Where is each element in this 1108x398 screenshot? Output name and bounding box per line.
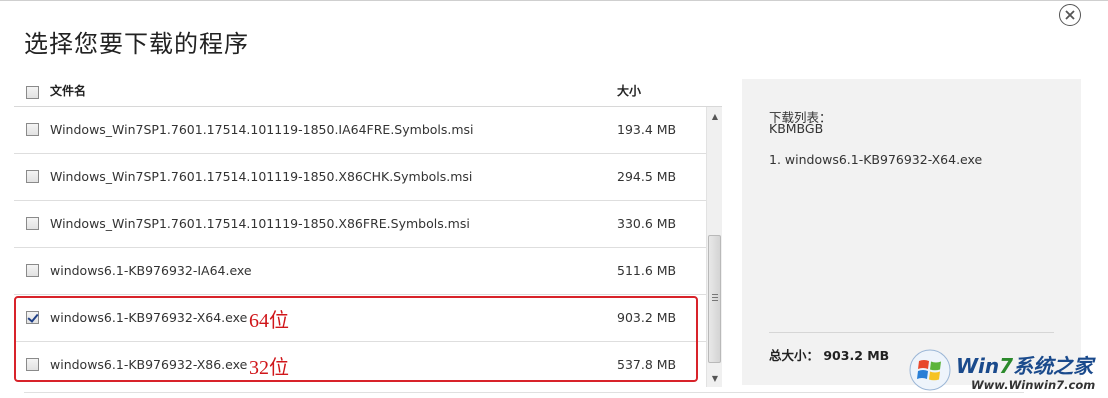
file-checkbox[interactable] [26,123,39,136]
watermark-brand-part1: Win [956,354,1000,378]
scrollbar-grip-icon [712,294,718,301]
download-list-code: KBMBGB [769,121,824,136]
list-scrollbar[interactable]: ▲ ▼ [706,107,722,387]
file-row[interactable]: Windows_Win7SP1.7601.17514.101119-1850.X… [14,201,706,248]
file-name: Windows_Win7SP1.7601.17514.101119-1850.X… [50,169,473,184]
file-checkbox-checked[interactable] [26,311,39,324]
panel-divider [769,332,1054,333]
dialog-title: 选择您要下载的程序 [24,30,249,58]
watermark-brand-part2: 系统之家 [1013,354,1094,378]
file-size: 193.4 MB [617,122,677,137]
scroll-down-arrow-icon[interactable]: ▼ [707,371,723,385]
download-list-panel: 下载列表： KBMBGB 1. windows6.1-KB976932-X64.… [742,79,1081,385]
file-row[interactable]: windows6.1-KB976932-IA64.exe 511.6 MB [14,248,706,295]
file-row[interactable]: Windows_Win7SP1.7601.17514.101119-1850.I… [14,107,706,154]
download-list-item: 1. windows6.1-KB976932-X64.exe [769,152,983,167]
file-size: 903.2 MB [617,310,677,325]
total-size: 总大小： 903.2 MB [769,348,890,363]
scroll-up-arrow-icon[interactable]: ▲ [707,109,723,123]
file-row-x86[interactable]: windows6.1-KB976932-X86.exe 32位 537.8 MB [14,342,706,387]
file-name: Windows_Win7SP1.7601.17514.101119-1850.I… [50,122,474,137]
dialog-top-edge [0,0,1108,1]
close-icon [1065,10,1075,20]
watermark-url: Www.Winwin7.com [971,378,1096,392]
file-size: 294.5 MB [617,169,677,184]
column-header-size[interactable]: 大小 [617,82,641,99]
file-size: 511.6 MB [617,263,677,278]
file-list: 文件名 大小 Windows_Win7SP1.7601.17514.101119… [14,73,722,389]
file-size: 537.8 MB [617,357,677,372]
column-header-filename[interactable]: 文件名 [50,82,86,99]
file-name: windows6.1-KB976932-X86.exe [50,357,248,372]
file-rows: Windows_Win7SP1.7601.17514.101119-1850.I… [14,107,706,387]
scrollbar-thumb[interactable] [708,235,721,363]
annotation-64bit: 64位 [249,310,289,332]
select-all-checkbox[interactable] [26,86,39,99]
file-name: Windows_Win7SP1.7601.17514.101119-1850.X… [50,216,470,231]
file-checkbox[interactable] [26,264,39,277]
file-row[interactable]: Windows_Win7SP1.7601.17514.101119-1850.X… [14,154,706,201]
watermark-brand-accent: 7 [999,354,1014,378]
windows-logo-icon [909,349,951,391]
file-checkbox[interactable] [26,217,39,230]
list-header: 文件名 大小 [14,73,722,107]
file-row-x64[interactable]: windows6.1-KB976932-X64.exe 64位 903.2 MB [14,295,706,342]
file-size: 330.6 MB [617,216,677,231]
file-name: windows6.1-KB976932-IA64.exe [50,263,252,278]
file-name: windows6.1-KB976932-X64.exe [50,310,248,325]
annotation-32bit: 32位 [249,357,289,379]
watermark: Win7系统之家 Www.Winwin7.com [908,345,1108,398]
close-button[interactable] [1059,4,1081,26]
file-checkbox[interactable] [26,358,39,371]
watermark-brand: Win7系统之家 [956,350,1093,379]
dialog-bottom-divider [24,392,1024,393]
file-checkbox[interactable] [26,170,39,183]
